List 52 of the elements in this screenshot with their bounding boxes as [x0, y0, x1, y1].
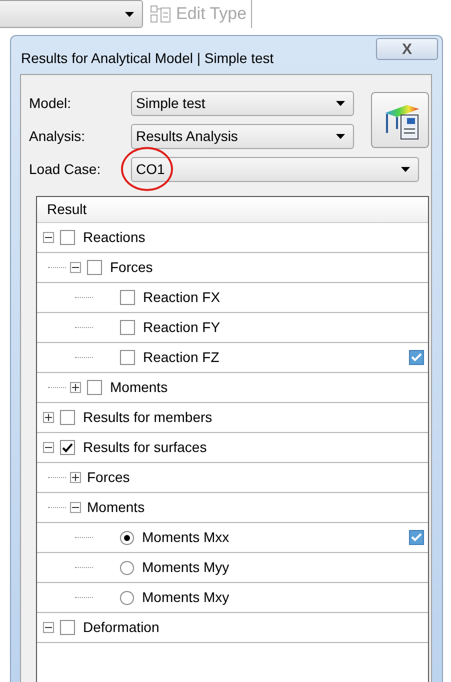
dropdown-value: Results Analysis	[136, 127, 239, 146]
expand-icon[interactable]	[70, 382, 81, 393]
checkbox[interactable]	[87, 260, 102, 275]
dropdown-field[interactable]: CO1	[131, 157, 419, 182]
radio-button[interactable]	[120, 560, 134, 574]
checkbox[interactable]	[60, 440, 75, 455]
tree-item-label[interactable]: Reaction FX	[143, 287, 428, 308]
tree-item-label[interactable]: Forces	[110, 257, 428, 278]
tree-item-label[interactable]: Reaction FY	[143, 317, 428, 338]
expand-icon[interactable]	[43, 412, 54, 423]
checkbox[interactable]	[120, 290, 135, 305]
caret-icon	[336, 101, 345, 106]
checkbox[interactable]	[120, 320, 135, 335]
checkbox[interactable]	[87, 380, 102, 395]
tree-item-label[interactable]: Moments Mxx	[142, 527, 409, 548]
close-button[interactable]: X	[376, 38, 438, 60]
tree-item-label[interactable]: Moments	[110, 377, 428, 398]
window-title: Results for Analytical Model | Simple test	[21, 48, 274, 68]
field-label: Load Case:	[29, 160, 102, 179]
tree-item-label[interactable]: Reactions	[83, 227, 428, 248]
radio-button[interactable]	[120, 530, 134, 544]
tree-item-label[interactable]: Moments Mxy	[142, 587, 428, 608]
dropdown-field[interactable]: Results Analysis	[131, 124, 354, 149]
checkbox[interactable]	[60, 410, 75, 425]
checkbox[interactable]	[60, 620, 75, 635]
tree-item-label[interactable]: Deformation	[83, 617, 428, 638]
tree-item-label[interactable]: Moments Myy	[142, 557, 428, 578]
collapse-icon[interactable]	[43, 232, 54, 243]
field-label: Model:	[29, 94, 72, 113]
tree-item-label[interactable]: Results for surfaces	[83, 437, 428, 458]
edit-type-icon	[150, 4, 172, 24]
caret-icon	[336, 134, 345, 139]
collapse-icon[interactable]	[70, 262, 81, 273]
collapse-icon[interactable]	[70, 502, 81, 513]
dropdown-field[interactable]: Simple test	[131, 91, 354, 116]
checkbox[interactable]	[60, 230, 75, 245]
radio-button[interactable]	[120, 590, 134, 604]
tree-item-label[interactable]: Reaction FZ	[143, 347, 409, 368]
collapse-icon[interactable]	[43, 622, 54, 633]
results-settings-button[interactable]	[371, 92, 429, 148]
dropdown-value: CO1	[136, 160, 166, 179]
tree-item-label[interactable]: Forces	[87, 467, 428, 488]
field-label: Analysis:	[29, 127, 86, 146]
collapse-icon[interactable]	[43, 442, 54, 453]
checkbox[interactable]	[120, 350, 135, 365]
caret-icon	[401, 167, 410, 172]
tree-item-label[interactable]: Results for members	[83, 407, 428, 428]
tree-item-label[interactable]: Moments	[87, 497, 428, 518]
expand-icon[interactable]	[70, 472, 81, 483]
caret-icon	[125, 12, 134, 16]
dropdown-field[interactable]	[0, 0, 143, 28]
dropdown-value: Simple test	[136, 94, 206, 113]
